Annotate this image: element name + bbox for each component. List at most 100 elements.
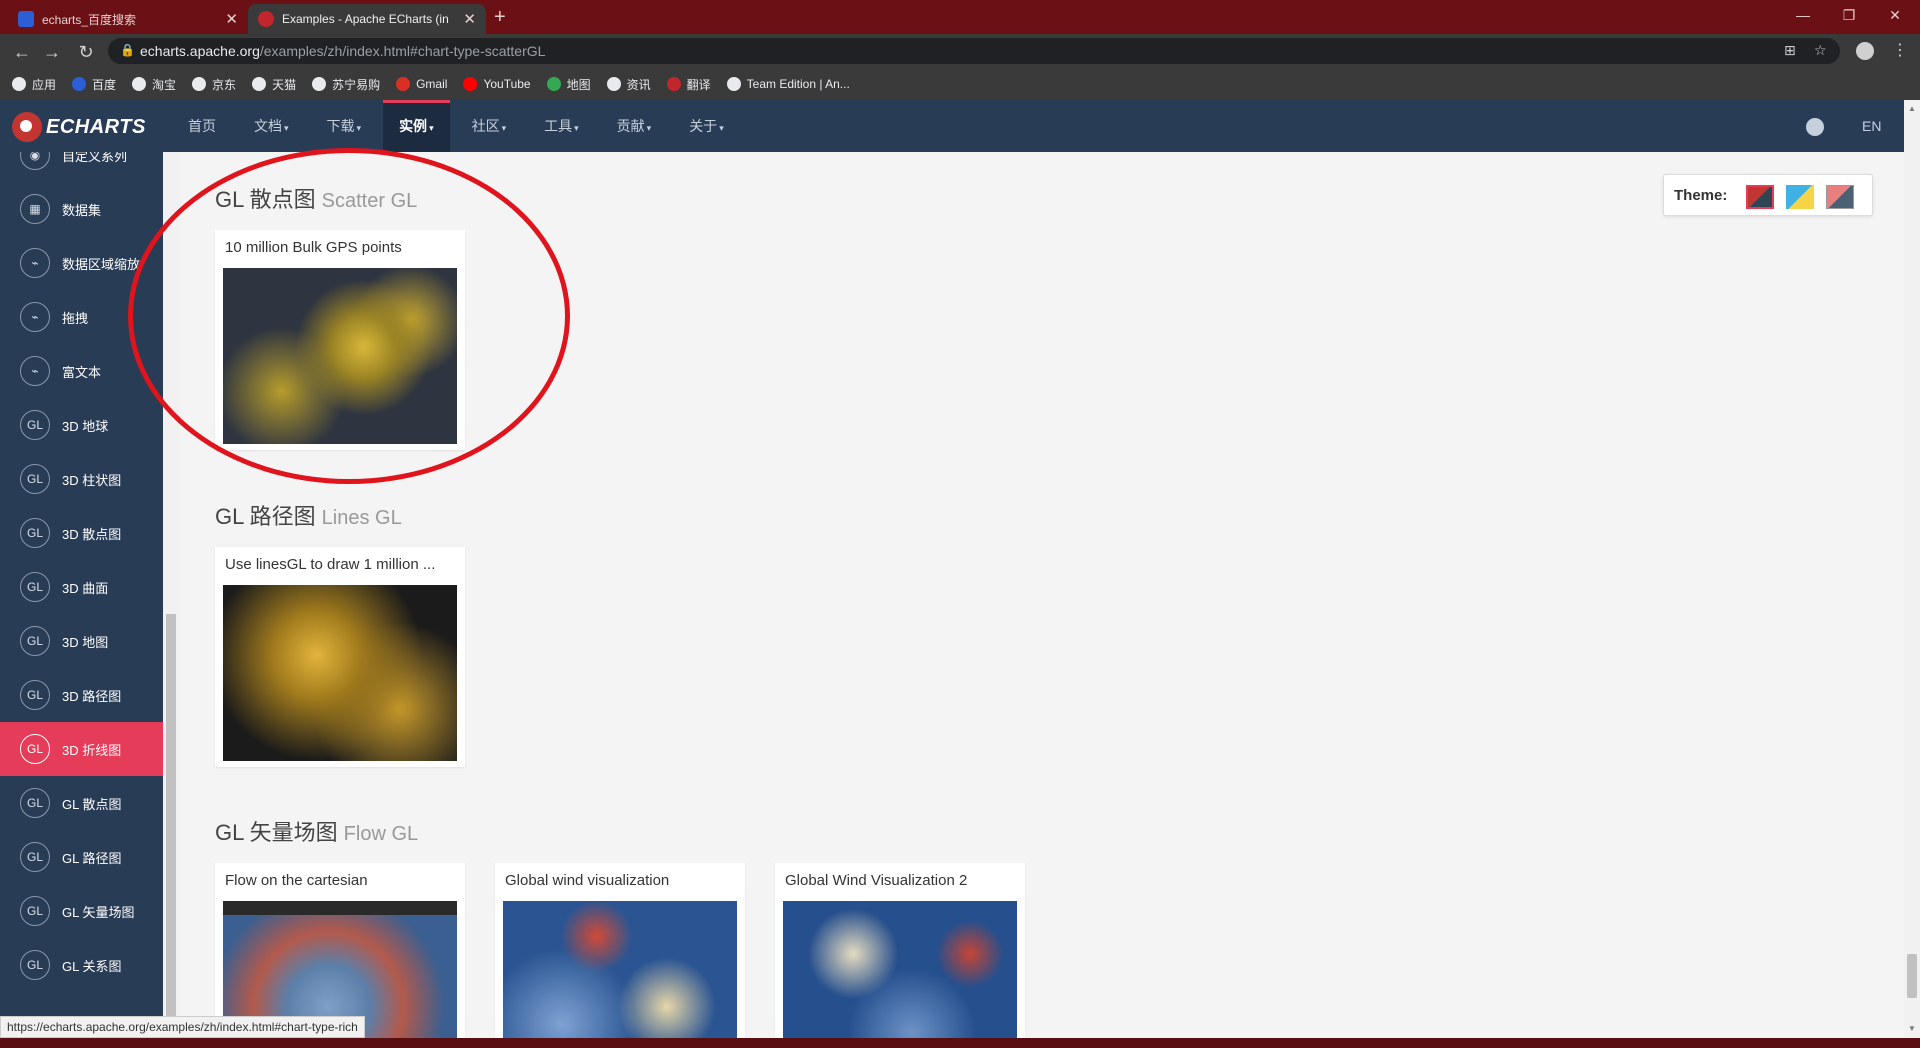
menu-kebab-icon[interactable]: ⋮ bbox=[1892, 40, 1908, 60]
scroll-up-arrow-icon[interactable]: ▲ bbox=[1908, 104, 1916, 113]
bookmark-item[interactable]: 应用 bbox=[12, 76, 56, 93]
sidebar-item[interactable]: GL GL 散点图 bbox=[0, 776, 163, 830]
bookmark-item[interactable]: 百度 bbox=[72, 76, 116, 93]
sidebar-item[interactable]: GL 3D 柱状图 bbox=[0, 452, 163, 506]
theme-swatch-dark[interactable] bbox=[1826, 185, 1854, 209]
url-text[interactable]: echarts.apache.org/examples/zh/index.htm… bbox=[140, 43, 545, 59]
sidebar-item[interactable]: ▦ 数据集 bbox=[0, 182, 163, 236]
bookmark-item[interactable]: Gmail bbox=[396, 77, 447, 91]
sidebar-item-label: GL 路径图 bbox=[62, 850, 122, 866]
example-card[interactable]: Use linesGL to draw 1 million ... bbox=[215, 547, 465, 767]
site-nav-label: 实例 bbox=[399, 118, 428, 134]
sidebar-item[interactable]: GL 3D 地球 bbox=[0, 398, 163, 452]
page-scroll-thumb[interactable] bbox=[1907, 954, 1917, 998]
forward-arrow-icon[interactable]: → bbox=[40, 40, 64, 64]
site-nav-item[interactable]: 实例 ▾ bbox=[383, 100, 450, 152]
bookmark-star-icon[interactable]: ☆ bbox=[1814, 42, 1827, 59]
close-tab-icon[interactable]: ✕ bbox=[463, 10, 476, 28]
chart-type-icon: ⌁ bbox=[20, 356, 50, 386]
browser-tab-echarts[interactable]: Examples - Apache ECharts (in ✕ bbox=[248, 4, 486, 34]
globe-icon bbox=[606, 77, 621, 91]
sidebar-item[interactable]: ◉ 自定义系列 bbox=[0, 152, 163, 182]
sidebar-item[interactable]: GL 3D 路径图 bbox=[0, 668, 163, 722]
browser-tab-baidu[interactable]: echarts_百度搜索 ✕ bbox=[8, 4, 248, 34]
page-scrollbar[interactable] bbox=[1904, 100, 1920, 1040]
theme-swatch-light[interactable] bbox=[1786, 185, 1814, 209]
close-tab-icon[interactable]: ✕ bbox=[225, 10, 238, 28]
site-nav-item[interactable]: 首页 bbox=[172, 100, 232, 152]
sidebar-item-label: 3D 路径图 bbox=[62, 688, 122, 704]
echarts-favicon-icon bbox=[258, 11, 274, 27]
back-arrow-icon[interactable]: ← bbox=[10, 40, 34, 64]
example-thumbnail[interactable] bbox=[503, 901, 737, 1048]
sidebar-item[interactable]: GL 3D 曲面 bbox=[0, 560, 163, 614]
sidebar-item[interactable]: GL 3D 散点图 bbox=[0, 506, 163, 560]
github-icon[interactable] bbox=[1806, 118, 1824, 136]
sidebar-item-label: 数据集 bbox=[62, 202, 102, 218]
chart-type-icon: GL bbox=[20, 896, 50, 926]
new-tab-plus-icon[interactable]: + bbox=[494, 6, 506, 29]
bookmark-label: 苏宁易购 bbox=[332, 77, 381, 92]
theme-picker: Theme: bbox=[1663, 174, 1873, 216]
bookmark-item[interactable]: 苏宁易购 bbox=[312, 76, 380, 93]
browser-tab-strip: echarts_百度搜索 ✕ Examples - Apache ECharts… bbox=[0, 0, 1920, 34]
site-nav-label: 关于 bbox=[689, 118, 718, 134]
bookmark-item[interactable]: 淘宝 bbox=[132, 76, 176, 93]
caret-down-icon: ▾ bbox=[719, 123, 724, 133]
translate-icon[interactable]: ⊞ bbox=[1784, 42, 1796, 59]
globe-icon bbox=[252, 77, 267, 91]
minimize-icon[interactable]: — bbox=[1780, 0, 1826, 30]
example-thumbnail[interactable] bbox=[783, 901, 1017, 1048]
example-card[interactable]: Global Wind Visualization 2 bbox=[775, 863, 1025, 1048]
link-status-bar: https://echarts.apache.org/examples/zh/i… bbox=[0, 1016, 365, 1038]
sidebar-item[interactable]: GL GL 关系图 bbox=[0, 938, 163, 992]
bookmark-item[interactable]: 天猫 bbox=[252, 76, 296, 93]
address-bar[interactable]: 🔒 echarts.apache.org/examples/zh/index.h… bbox=[108, 38, 1840, 64]
example-card[interactable]: Global wind visualization bbox=[495, 863, 745, 1048]
sidebar-item[interactable]: ⌁ 富文本 bbox=[0, 344, 163, 398]
example-card[interactable]: 10 million Bulk GPS points bbox=[215, 230, 465, 450]
profile-avatar-icon[interactable] bbox=[1856, 42, 1874, 60]
section-title-lines-gl: GL 路径图 Lines GL bbox=[215, 504, 402, 529]
sidebar-item[interactable]: GL GL 矢量场图 bbox=[0, 884, 163, 938]
bookmark-item[interactable]: 翻译 bbox=[666, 76, 711, 93]
echarts-logo[interactable]: ECHARTS bbox=[12, 112, 146, 142]
chart-type-icon: GL bbox=[20, 464, 50, 494]
scroll-down-arrow-icon[interactable]: ▼ bbox=[1908, 1024, 1916, 1033]
section-title-flow-gl: GL 矢量场图 Flow GL bbox=[215, 820, 419, 845]
site-nav-item[interactable]: 下载 ▾ bbox=[311, 100, 378, 152]
example-thumbnail[interactable] bbox=[223, 585, 457, 761]
example-thumbnail[interactable] bbox=[223, 268, 457, 444]
sidebar-item-label: GL 矢量场图 bbox=[62, 904, 135, 920]
restore-icon[interactable]: ❐ bbox=[1826, 0, 1872, 30]
echarts-site-nav: ECHARTS 首页 文档 ▾ 下载 ▾ 实例 ▾ 社区 ▾ 工具 ▾ 贡献 ▾ 关于 ▾ EN bbox=[0, 100, 1904, 152]
theme-swatch-default[interactable] bbox=[1746, 185, 1774, 209]
bookmark-item[interactable]: 京东 bbox=[192, 76, 236, 93]
sidebar-item[interactable]: GL 3D 地图 bbox=[0, 614, 163, 668]
chart-type-icon: GL bbox=[20, 950, 50, 980]
caret-down-icon: ▾ bbox=[574, 123, 579, 133]
sidebar-item-label: 3D 散点图 bbox=[62, 526, 122, 542]
site-nav-item[interactable]: 社区 ▾ bbox=[456, 100, 523, 152]
sidebar-item[interactable]: ⌁ 拖拽 bbox=[0, 290, 163, 344]
yahoo-icon bbox=[666, 77, 681, 91]
site-nav-item[interactable]: 文档 ▾ bbox=[238, 100, 305, 152]
reload-icon[interactable]: ↻ bbox=[74, 40, 98, 64]
language-switch[interactable]: EN bbox=[1862, 118, 1881, 134]
site-nav-item[interactable]: 贡献 ▾ bbox=[601, 100, 668, 152]
sidebar-item[interactable]: GL GL 路径图 bbox=[0, 830, 163, 884]
close-window-icon[interactable]: ✕ bbox=[1872, 0, 1918, 30]
sidebar-scroll-thumb[interactable] bbox=[166, 614, 176, 1026]
bookmark-item[interactable]: Team Edition | An... bbox=[726, 77, 850, 91]
sidebar-item[interactable]: GL 3D 折线图 bbox=[0, 722, 163, 776]
site-nav-item[interactable]: 工具 ▾ bbox=[528, 100, 595, 152]
chart-type-icon: GL bbox=[20, 518, 50, 548]
sidebar-item[interactable]: ⌁ 数据区域缩放 bbox=[0, 236, 163, 290]
bookmark-item[interactable]: 资讯 bbox=[606, 76, 651, 93]
sidebar-item-label: GL 关系图 bbox=[62, 958, 122, 974]
bookmark-item[interactable]: 地图 bbox=[546, 76, 591, 93]
sidebar-item-label: 3D 折线图 bbox=[62, 742, 122, 758]
site-nav-item[interactable]: 关于 ▾ bbox=[673, 100, 740, 152]
bookmark-item[interactable]: YouTube bbox=[463, 77, 531, 91]
site-nav-items: 首页 文档 ▾ 下载 ▾ 实例 ▾ 社区 ▾ 工具 ▾ 贡献 ▾ 关于 ▾ bbox=[172, 100, 746, 152]
